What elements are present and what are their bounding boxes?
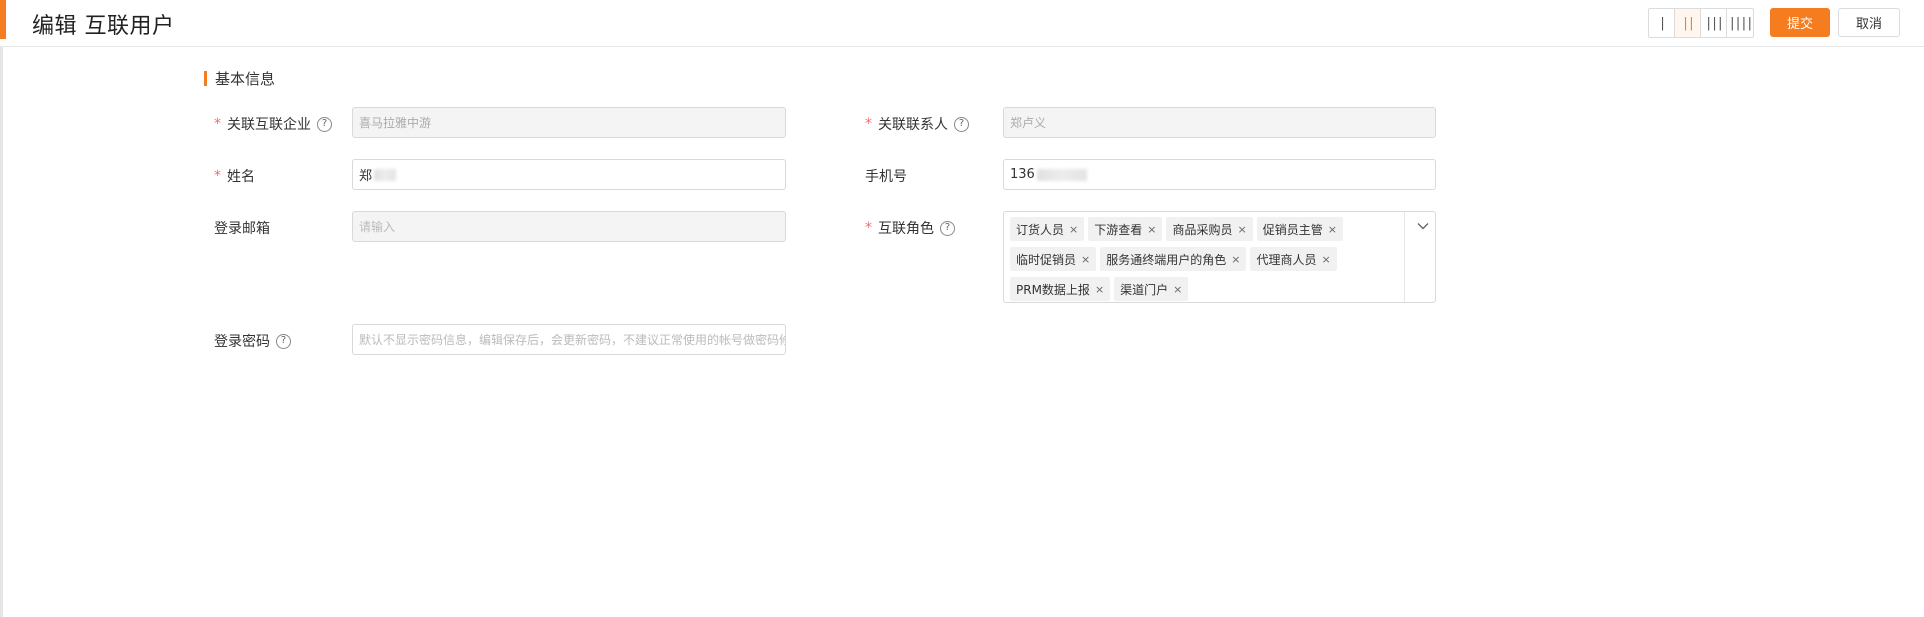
required-marker: * (865, 220, 872, 236)
role-tag-label: 临时促销员 (1016, 252, 1077, 267)
phone-value: 136 (1010, 167, 1035, 182)
chevron-down-icon[interactable] (1416, 219, 1430, 233)
close-icon[interactable]: × (1231, 253, 1240, 266)
password-placeholder: 默认不显示密码信息，编辑保存后，会更新密码，不建议正常使用的帐号做密码修改 (359, 333, 786, 347)
role-tag-label: 商品采购员 (1172, 222, 1233, 237)
page-title: 编辑 互联用户 (32, 14, 175, 39)
linked-company-field: 喜马拉雅中游 (352, 107, 786, 138)
section-title: 基本信息 (215, 70, 276, 88)
page-left-border (0, 46, 3, 617)
roles-label: * 互联角色 ? (865, 218, 955, 238)
page: 编辑 互联用户 | || ||| |||| 提交 取消 基本信息 * 关联互联企… (0, 0, 1924, 617)
close-icon[interactable]: × (1095, 283, 1104, 296)
name-label: * 姓名 (214, 166, 255, 186)
linked-contact-value: 郑卢义 (1010, 116, 1047, 130)
linked-company-value: 喜马拉雅中游 (359, 116, 432, 130)
phone-label-text: 手机号 (865, 169, 907, 185)
redacted-mask (374, 168, 397, 181)
close-icon[interactable]: × (1173, 283, 1182, 296)
close-icon[interactable]: × (1081, 253, 1090, 266)
linked-contact-field: 郑卢义 (1003, 107, 1436, 138)
column-3-button[interactable]: ||| (1701, 9, 1727, 37)
password-label-text: 登录密码 (214, 334, 270, 350)
column-4-button[interactable]: |||| (1727, 9, 1753, 37)
question-circle-icon[interactable]: ? (954, 116, 969, 132)
email-label: 登录邮箱 (214, 218, 270, 238)
email-field: 请输入 (352, 211, 786, 242)
role-tag: 商品采购员 × (1166, 217, 1253, 241)
role-tag-label: 代理商人员 (1256, 252, 1317, 267)
close-icon[interactable]: × (1321, 253, 1330, 266)
roles-label-text: 互联角色 (878, 221, 934, 237)
role-tag-list: 订货人员 × 下游查看 × 商品采购员 × 促销员主管 × 临时促销员 × 服务通终端用户… (1010, 217, 1395, 301)
required-marker: * (214, 168, 221, 184)
column-2-button[interactable]: || (1675, 9, 1701, 37)
phone-input[interactable]: 136 (1003, 159, 1436, 190)
role-tag: 服务通终端用户的角色 × (1100, 247, 1247, 271)
role-tag-label: PRM数据上报 (1016, 282, 1090, 297)
linked-company-label: * 关联互联企业 ? (214, 114, 332, 134)
redacted-mask (1036, 168, 1087, 181)
close-icon[interactable]: × (1069, 223, 1078, 236)
roles-multiselect[interactable]: 订货人员 × 下游查看 × 商品采购员 × 促销员主管 × 临时促销员 × 服务通终端用户… (1003, 211, 1436, 303)
dropdown-divider (1404, 212, 1405, 302)
section-accent-bar (204, 71, 207, 86)
linked-contact-label-text: 关联联系人 (878, 117, 948, 133)
required-marker: * (865, 116, 872, 132)
name-input[interactable]: 郑 (352, 159, 786, 190)
email-placeholder: 请输入 (359, 220, 396, 234)
column-layout-switch: | || ||| |||| (1648, 8, 1754, 38)
question-circle-icon[interactable]: ? (940, 220, 955, 236)
question-circle-icon[interactable]: ? (317, 116, 332, 132)
password-label: 登录密码 ? (214, 331, 291, 351)
role-tag: 渠道门户 × (1114, 277, 1189, 301)
role-tag-label: 促销员主管 (1262, 222, 1323, 237)
cancel-button[interactable]: 取消 (1838, 8, 1900, 37)
role-tag: 代理商人员 × (1250, 247, 1337, 271)
name-label-text: 姓名 (227, 169, 255, 185)
question-circle-icon[interactable]: ? (276, 333, 291, 349)
submit-button[interactable]: 提交 (1770, 8, 1830, 37)
role-tag: PRM数据上报 × (1010, 277, 1111, 301)
password-input[interactable]: 默认不显示密码信息，编辑保存后，会更新密码，不建议正常使用的帐号做密码修改 (352, 324, 786, 355)
name-value: 郑 (359, 169, 373, 184)
role-tag: 促销员主管 × (1256, 217, 1343, 241)
linked-company-label-text: 关联互联企业 (227, 117, 311, 133)
close-icon[interactable]: × (1147, 223, 1156, 236)
role-tag-label: 订货人员 (1016, 222, 1065, 237)
required-marker: * (214, 116, 221, 132)
email-label-text: 登录邮箱 (214, 221, 270, 237)
header-accent-bar (0, 0, 6, 39)
column-1-button[interactable]: | (1649, 9, 1675, 37)
role-tag: 临时促销员 × (1010, 247, 1097, 271)
role-tag-label: 渠道门户 (1120, 282, 1169, 297)
role-tag: 订货人员 × (1010, 217, 1085, 241)
page-header: 编辑 互联用户 | || ||| |||| 提交 取消 (0, 0, 1924, 47)
role-tag: 下游查看 × (1088, 217, 1163, 241)
close-icon[interactable]: × (1237, 223, 1246, 236)
phone-label: 手机号 (865, 166, 907, 186)
role-tag-label: 服务通终端用户的角色 (1106, 252, 1227, 267)
role-tag-label: 下游查看 (1094, 222, 1143, 237)
close-icon[interactable]: × (1328, 223, 1337, 236)
linked-contact-label: * 关联联系人 ? (865, 114, 969, 134)
